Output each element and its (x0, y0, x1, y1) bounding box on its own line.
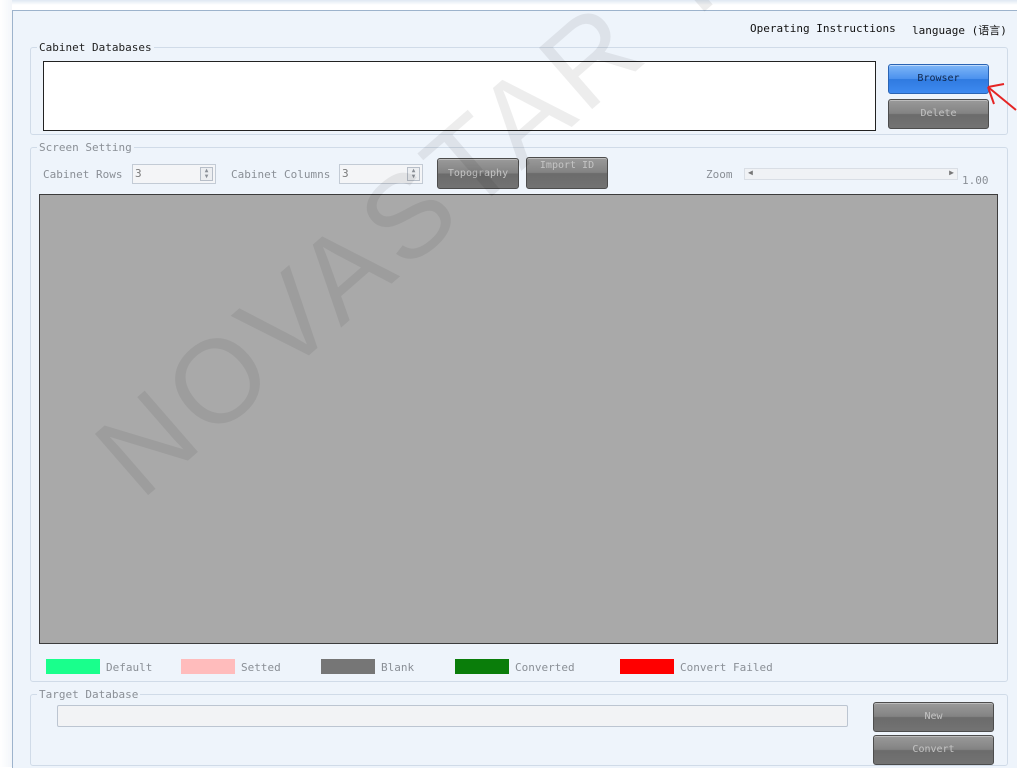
convert-button[interactable]: Convert (873, 735, 994, 765)
zoom-value: 1.00 (962, 174, 989, 187)
legend-label-converted: Converted (515, 661, 575, 674)
new-button[interactable]: New (873, 702, 994, 732)
left-edge (0, 0, 12, 767)
target-database-legend: Target Database (39, 688, 139, 701)
cabinet-columns-spinner[interactable]: 3 ▲ ▼ (339, 164, 423, 184)
slider-right-arrow-icon[interactable]: ▶ (949, 168, 954, 177)
legend-swatch-blank (321, 659, 375, 674)
zoom-slider[interactable]: ◀ ▶ (744, 168, 958, 180)
legend-swatch-default (46, 659, 100, 674)
topography-button[interactable]: Topography (437, 158, 519, 189)
cabinet-rows-value: 3 (135, 167, 142, 180)
annotation-arrow-icon (987, 83, 1017, 111)
target-database-path-field[interactable] (57, 705, 848, 727)
spinner-arrows-icon[interactable]: ▲ ▼ (200, 167, 213, 181)
cabinet-rows-spinner[interactable]: 3 ▲ ▼ (132, 164, 216, 184)
legend-swatch-converted (455, 659, 509, 674)
target-database-group: Target Database (30, 688, 1008, 766)
cabinet-columns-value: 3 (342, 167, 349, 180)
screen-setting-legend: Screen Setting (39, 141, 132, 154)
cabinet-databases-list[interactable] (43, 61, 876, 131)
zoom-label: Zoom (706, 168, 733, 181)
legend-swatch-setted (181, 659, 235, 674)
cabinet-databases-legend: Cabinet Databases (39, 41, 152, 54)
legend-label-default: Default (106, 661, 153, 674)
legend-label-setted: Setted (241, 661, 281, 674)
top-border (0, 0, 1017, 5)
spinner-arrows-icon[interactable]: ▲ ▼ (407, 167, 420, 181)
screen-layout-canvas[interactable] (39, 194, 998, 644)
legend-label-blank: Blank (381, 661, 415, 674)
legend-label-convert-failed: Convert Failed (680, 661, 773, 674)
operating-instructions-link[interactable]: Operating Instructions (750, 22, 896, 35)
slider-left-arrow-icon[interactable]: ◀ (748, 168, 753, 177)
cabinet-rows-label: Cabinet Rows (43, 168, 123, 181)
import-id-button[interactable]: Import ID (526, 157, 608, 189)
legend-swatch-convert-failed (620, 659, 674, 674)
cabinet-columns-label: Cabinet Columns (231, 168, 331, 181)
language-link[interactable]: language (语言) (912, 22, 1007, 38)
